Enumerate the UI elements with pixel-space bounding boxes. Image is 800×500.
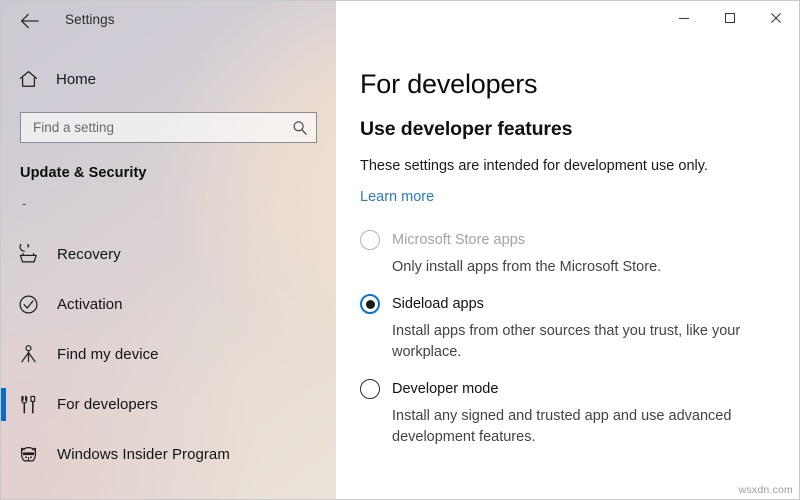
radio-option-label: Microsoft Store apps <box>392 232 525 248</box>
option-sideload-apps: Sideload apps Install apps from other so… <box>360 293 785 363</box>
settings-window: Settings Home Find a setting Update & Se… <box>0 0 800 500</box>
developer-tools-icon <box>16 392 40 416</box>
sidebar-home-label: Home <box>56 70 97 88</box>
close-button[interactable] <box>753 1 799 34</box>
radio-button[interactable] <box>360 379 380 399</box>
radio-option-developer-mode[interactable]: Developer mode <box>360 378 785 400</box>
radio-button[interactable] <box>360 294 380 314</box>
radio-option-description: Only install apps from the Microsoft Sto… <box>392 259 662 275</box>
minimize-button[interactable] <box>661 1 707 34</box>
window-title: Settings <box>65 12 115 27</box>
sidebar-group-header: Update & Security <box>20 165 147 181</box>
sidebar-nav-list: Recovery Activation Find my device For d… <box>1 229 336 479</box>
selection-indicator <box>1 388 6 421</box>
radio-option-sideload-apps[interactable]: Sideload apps <box>360 293 785 315</box>
section-title: Use developer features <box>360 118 573 141</box>
sidebar-item-label: Activation <box>57 295 123 313</box>
home-icon <box>17 68 39 90</box>
radio-button[interactable] <box>360 230 380 250</box>
sidebar-item-label: Recovery <box>57 245 121 263</box>
radio-option-microsoft-store-apps[interactable]: Microsoft Store apps <box>360 229 785 251</box>
sidebar-group-dash: - <box>22 196 27 211</box>
find-my-device-icon <box>16 342 40 366</box>
search-input[interactable] <box>21 113 287 142</box>
radio-option-label: Sideload apps <box>392 296 484 312</box>
section-description: These settings are intended for developm… <box>360 158 708 174</box>
page-title: For developers <box>360 69 538 100</box>
sidebar-item-label: For developers <box>57 395 158 413</box>
back-arrow-icon[interactable] <box>16 8 44 34</box>
sidebar-item-label: Find my device <box>57 345 159 363</box>
radio-option-description: Install any signed and trusted app and u… <box>392 408 732 445</box>
ninjacat-icon <box>16 442 40 466</box>
sidebar-item-windows-insider-program[interactable]: Windows Insider Program <box>1 429 336 479</box>
sidebar-item-label: Windows Insider Program <box>57 445 230 463</box>
settings-sidebar: Settings Home Find a setting Update & Se… <box>1 1 336 499</box>
sidebar-item-activation[interactable]: Activation <box>1 279 336 329</box>
window-controls <box>661 1 799 34</box>
developer-features-radio-group: Microsoft Store apps Only install apps f… <box>360 229 785 463</box>
watermark: wsxdn.com <box>738 484 793 496</box>
sidebar-item-find-my-device[interactable]: Find my device <box>1 329 336 379</box>
sidebar-item-for-developers[interactable]: For developers <box>1 379 336 429</box>
option-microsoft-store-apps: Microsoft Store apps Only install apps f… <box>360 229 785 278</box>
search-box[interactable] <box>20 112 317 143</box>
window-titlebar-left: Settings <box>1 1 336 41</box>
activation-check-icon <box>16 292 40 316</box>
learn-more-link[interactable]: Learn more <box>360 189 434 205</box>
sidebar-item-recovery[interactable]: Recovery <box>1 229 336 279</box>
option-developer-mode: Developer mode Install any signed and tr… <box>360 378 785 448</box>
recovery-icon <box>16 242 40 266</box>
main-content-pane: For developers Use developer features Th… <box>336 1 799 499</box>
maximize-button[interactable] <box>707 1 753 34</box>
sidebar-item-home[interactable]: Home <box>1 63 321 95</box>
radio-option-description: Install apps from other sources that you… <box>392 323 741 360</box>
search-icon[interactable] <box>287 113 313 142</box>
radio-option-label: Developer mode <box>392 381 499 397</box>
